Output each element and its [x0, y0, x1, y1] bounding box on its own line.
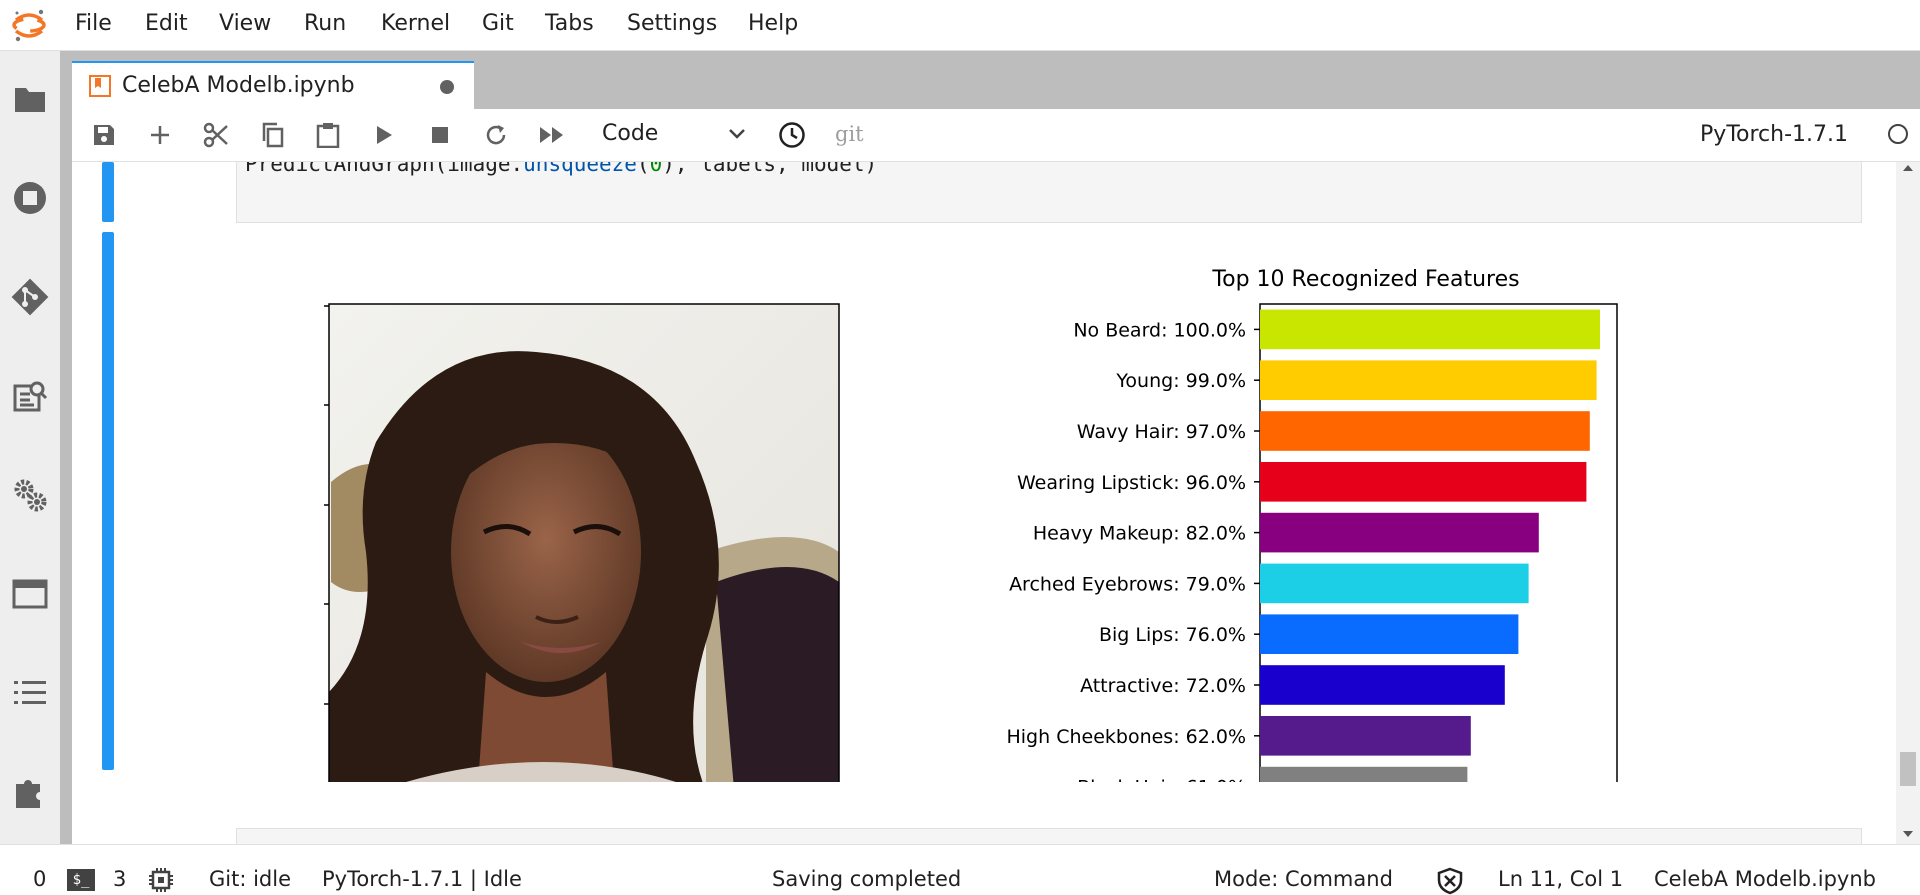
cell-type-dropdown[interactable]: Code — [602, 119, 752, 151]
clock-icon[interactable] — [778, 121, 806, 149]
cut-icon[interactable] — [202, 121, 230, 149]
toc-icon[interactable] — [10, 673, 50, 713]
fast-forward-icon[interactable] — [538, 121, 566, 149]
chart-bar — [1260, 614, 1519, 655]
folder-icon[interactable] — [10, 79, 50, 119]
chart-bar — [1260, 563, 1529, 604]
bar-chart: Top 10 Recognized Features No Beard: 100… — [1006, 267, 1618, 782]
next-cell-input[interactable] — [236, 828, 1862, 844]
chart-category-label: No Beard: 100.0% — [1073, 319, 1246, 341]
notebook-icon — [89, 75, 111, 97]
left-sidebar — [0, 51, 60, 844]
image-subplot — [324, 303, 840, 782]
tab-title: CelebA Modelb.ipynb — [122, 73, 355, 98]
notebook-toolbar: Code git PyTorch-1.7.1 — [72, 109, 1920, 162]
chart-bar — [1260, 512, 1539, 553]
restart-icon[interactable] — [482, 121, 510, 149]
menu-edit[interactable]: Edit — [145, 11, 188, 36]
portrait-image — [329, 304, 839, 782]
jupyter-logo-icon — [12, 9, 46, 42]
output-collapser[interactable] — [102, 232, 114, 770]
chart-bar — [1260, 665, 1505, 705]
status-bar: 0 $_ 3 Git: idle PyTorch-1.7.1 | Idle Sa… — [0, 844, 1920, 895]
tabs-icon[interactable] — [10, 574, 50, 614]
chart-category-labels: No Beard: 100.0% Young: 99.0% Wavy Hair: 9… — [1006, 319, 1260, 782]
status-filename: CelebA Modelb.ipynb — [1654, 867, 1876, 891]
chart-bars — [1260, 309, 1600, 782]
chart-bar — [1260, 715, 1471, 756]
status-count[interactable]: 0 — [33, 867, 46, 891]
code-token: ( — [636, 162, 650, 176]
cell-type-value: Code — [602, 121, 659, 146]
run-icon[interactable] — [370, 121, 398, 149]
terminal-count[interactable]: 3 — [113, 867, 126, 891]
menu-run[interactable]: Run — [304, 11, 346, 36]
chart-category-label: High Cheekbones: 62.0% — [1006, 726, 1246, 748]
chart-bar — [1260, 309, 1600, 350]
code-token: ), labels, model) — [662, 162, 878, 176]
chart-title: Top 10 Recognized Features — [1211, 267, 1519, 292]
code-token-num: 0 — [649, 162, 663, 176]
chevron-down-icon — [729, 129, 745, 139]
chart-bar — [1260, 461, 1587, 502]
tab-notebook[interactable]: CelebA Modelb.ipynb — [72, 61, 474, 109]
menu-tabs[interactable]: Tabs — [545, 11, 594, 36]
chart-bar — [1260, 360, 1597, 401]
kernel-status-icon — [1888, 124, 1908, 144]
menu-settings[interactable]: Settings — [627, 11, 717, 36]
paste-icon[interactable] — [314, 121, 342, 149]
scroll-down-icon[interactable] — [1902, 830, 1914, 838]
menu-file[interactable]: File — [75, 11, 112, 36]
status-message: Saving completed — [772, 867, 962, 891]
chart-category-label: Big Lips: 76.0% — [1099, 624, 1246, 646]
chart-bar — [1260, 766, 1468, 782]
notebook-panel: PredictAndGraph(image.unsqueeze(0), labe… — [72, 162, 1920, 844]
output-figure: Top 10 Recognized Features No Beard: 100… — [324, 267, 1618, 782]
terminal-icon[interactable]: $_ — [67, 869, 95, 891]
git-icon[interactable] — [10, 277, 50, 317]
menu-view[interactable]: View — [219, 11, 271, 36]
menu-help[interactable]: Help — [748, 11, 798, 36]
menu-kernel[interactable]: Kernel — [381, 11, 450, 36]
chart-bar — [1260, 411, 1590, 451]
git-label[interactable]: git — [835, 122, 864, 146]
property-inspector-icon[interactable] — [10, 376, 50, 416]
chart-category-label: Black Hair: 61.0% — [1077, 777, 1246, 782]
shield-icon[interactable] — [1436, 867, 1464, 895]
cell-collapser[interactable] — [102, 162, 114, 222]
menu-bar: File Edit View Run Kernel Git Tabs Setti… — [0, 0, 1920, 51]
save-icon[interactable] — [90, 121, 118, 149]
add-cell-icon[interactable] — [146, 121, 174, 149]
extension-icon[interactable] — [10, 772, 50, 812]
unsaved-indicator-icon[interactable] — [440, 80, 454, 94]
code-token: PredictAndGraph(image. — [245, 162, 524, 176]
kernel-status[interactable]: PyTorch-1.7.1 | Idle — [322, 867, 522, 891]
scroll-up-icon[interactable] — [1902, 164, 1914, 172]
chart-category-label: Arched Eyebrows: 79.0% — [1009, 573, 1246, 595]
chart-category-label: Heavy Makeup: 82.0% — [1033, 523, 1246, 545]
stop-icon[interactable] — [426, 121, 454, 149]
chart-category-label: Wearing Lipstick: 96.0% — [1017, 472, 1246, 494]
code-line: PredictAndGraph(image.unsqueeze(0), labe… — [245, 162, 877, 176]
settings-icon[interactable] — [10, 475, 50, 515]
mode-indicator[interactable]: Mode: Command — [1214, 867, 1393, 891]
kernel-name[interactable]: PyTorch-1.7.1 — [1700, 122, 1848, 147]
chart-category-label: Attractive: 72.0% — [1080, 675, 1246, 697]
kernel-chip-icon[interactable] — [148, 867, 174, 893]
running-icon[interactable] — [10, 178, 50, 218]
code-token-fn: unsqueeze — [523, 162, 637, 176]
code-cell-input[interactable]: PredictAndGraph(image.unsqueeze(0), labe… — [236, 162, 1862, 223]
notebook-scrollbar[interactable] — [1896, 162, 1920, 844]
cursor-position[interactable]: Ln 11, Col 1 — [1498, 867, 1623, 891]
git-status[interactable]: Git: idle — [209, 867, 291, 891]
scroll-thumb[interactable] — [1900, 752, 1916, 786]
chart-category-label: Wavy Hair: 97.0% — [1077, 421, 1246, 443]
menu-git[interactable]: Git — [482, 11, 514, 36]
chart-category-label: Young: 99.0% — [1115, 370, 1246, 392]
copy-icon[interactable] — [258, 121, 286, 149]
